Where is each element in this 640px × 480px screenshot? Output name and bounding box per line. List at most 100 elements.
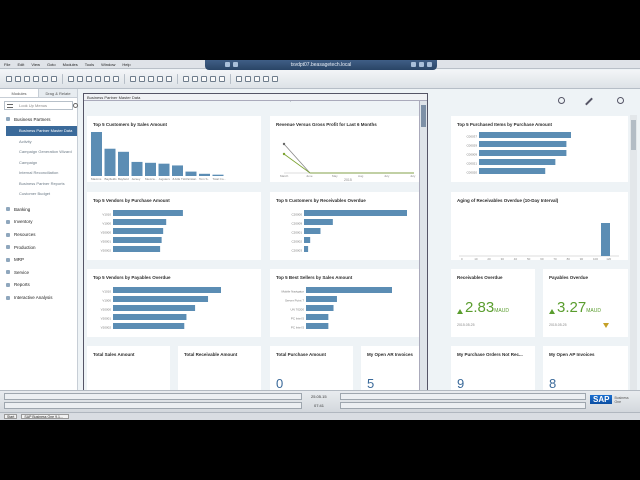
sidebar-item-label: Interactive Analysis: [14, 295, 53, 301]
sidebar-item-reports[interactable]: Reports: [0, 279, 77, 292]
menu-goto[interactable]: Goto: [47, 62, 56, 67]
find-icon[interactable]: [68, 76, 74, 82]
refresh-icon[interactable]: [558, 97, 565, 104]
menu-help[interactable]: Help: [122, 62, 130, 67]
status-message-field: [340, 402, 586, 409]
close-icon[interactable]: [427, 62, 432, 67]
sidebar-subitem-internal-reconciliation[interactable]: Internal Reconciliation: [0, 168, 77, 179]
menu-modules[interactable]: Modules: [63, 62, 78, 67]
taskbar-app-button[interactable]: SAP Business One 9.1...: [21, 414, 70, 419]
card-open-purchase-orders[interactable]: My Purchase Orders Not Rec... 9: [451, 346, 535, 391]
menu-tools[interactable]: Tools: [85, 62, 94, 67]
search-icon[interactable]: [73, 103, 78, 108]
payment-means-icon[interactable]: [192, 76, 198, 82]
fax-icon[interactable]: [42, 76, 48, 82]
messages-icon[interactable]: [245, 76, 251, 82]
tick-label: 60: [540, 257, 544, 260]
tick-label: 20: [487, 257, 491, 260]
sidebar-item-business-partners[interactable]: Business Partners: [0, 113, 77, 126]
scrollbar-thumb[interactable]: [421, 105, 426, 127]
sap-brand: SAP: [590, 395, 613, 404]
add-icon[interactable]: [77, 76, 83, 82]
user-icon[interactable]: [263, 76, 269, 82]
sidebar-subitem-bp-reports[interactable]: Business Partner Reports: [0, 178, 77, 189]
start-button[interactable]: Start: [4, 414, 18, 419]
sidebar-subitem-activity[interactable]: Activity: [0, 136, 77, 147]
bp-master-data-window[interactable]: Business Partner Master Data: [83, 93, 428, 408]
sidebar-subitem-bp-master-data[interactable]: Business Partner Master Data: [6, 125, 77, 137]
folder-icon: [6, 295, 10, 300]
sidebar-item-resources[interactable]: Resources: [0, 228, 77, 241]
layout-designer-icon[interactable]: [219, 76, 225, 82]
kpi-value: 8: [549, 376, 557, 391]
sap-logo: SAP Business One: [590, 395, 629, 404]
restore-icon[interactable]: [419, 62, 424, 67]
form-settings-icon[interactable]: [210, 76, 216, 82]
edit-icon[interactable]: [585, 97, 593, 106]
sidebar-item-label: Business Partners: [14, 116, 51, 122]
first-record-icon[interactable]: [86, 76, 92, 82]
card-payables-overdue[interactable]: Payables Overdue 3.27MAUD 2015.05.25: [543, 269, 628, 337]
gross-profit-icon[interactable]: [183, 76, 189, 82]
lock-screen-icon[interactable]: [272, 76, 278, 82]
minimize-icon[interactable]: [411, 62, 416, 67]
card-receivables-overdue[interactable]: Receivables Overdue 2.83MAUD 2015.05.25: [451, 269, 535, 337]
folder-icon: [6, 117, 10, 122]
volume-weight-icon[interactable]: [201, 76, 207, 82]
card-title: Aging of Receivables Overdue (10-Day Int…: [457, 198, 559, 203]
menu-file[interactable]: File: [4, 62, 10, 67]
tick-label: 10: [474, 257, 478, 260]
menu-search-input[interactable]: Look Up Menus: [4, 101, 78, 110]
tab-modules[interactable]: Modules: [0, 89, 39, 97]
toolbar: [0, 70, 640, 89]
scrollbar-thumb[interactable]: [631, 120, 636, 150]
sidebar-item-inventory[interactable]: Inventory: [0, 216, 77, 229]
pin-icon[interactable]: [225, 62, 230, 67]
print-icon[interactable]: [6, 76, 12, 82]
folder-icon: [6, 282, 10, 287]
card-aging-receivables[interactable]: Aging of Receivables Overdue (10-Day Int…: [451, 192, 628, 261]
base-document-icon[interactable]: [148, 76, 154, 82]
tick-label: 100: [593, 257, 598, 260]
card-top-purchased-items[interactable]: Top 5 Purchased Items by Purchase Amount…: [451, 116, 628, 182]
sidebar-subitem-campaign[interactable]: Campaign: [0, 157, 77, 168]
menu-icon[interactable]: [7, 104, 13, 108]
sidebar-subitem-customer-budget[interactable]: Customer Budget: [0, 189, 77, 200]
card-open-ap-invoices[interactable]: My Open AP Invoices 8: [543, 346, 628, 391]
sms-icon[interactable]: [33, 76, 39, 82]
sidebar-item-service[interactable]: Service: [0, 266, 77, 279]
card-title: My Open AP Invoices: [549, 352, 595, 357]
status-message-field: [4, 393, 302, 400]
tick-label: 40: [514, 257, 518, 260]
export-icon[interactable]: [51, 76, 57, 82]
menu-edit[interactable]: Edit: [17, 62, 24, 67]
folder-icon: [6, 257, 10, 262]
filter-icon[interactable]: [130, 76, 136, 82]
sidebar-item-interactive-analysis[interactable]: Interactive Analysis: [0, 291, 77, 304]
sidebar-item-mrp[interactable]: MRP: [0, 253, 77, 266]
inner-window-scrollbar[interactable]: [419, 101, 427, 407]
email-icon[interactable]: [24, 76, 30, 82]
menu-window[interactable]: Window: [101, 62, 115, 67]
tab-drag-relate[interactable]: Drag & Relate: [39, 89, 77, 97]
sidebar-item-banking[interactable]: Banking: [0, 203, 77, 216]
journal-icon[interactable]: [166, 76, 172, 82]
previous-record-icon[interactable]: [95, 76, 101, 82]
sidebar-subitem-campaign-wizard[interactable]: Campaign Generation Wizard: [0, 147, 77, 158]
sidebar-item-label: Production: [14, 244, 36, 250]
target-document-icon[interactable]: [157, 76, 163, 82]
sidebar-item-label: Banking: [14, 206, 31, 212]
search-icon[interactable]: [617, 97, 624, 104]
sort-icon[interactable]: [139, 76, 145, 82]
card-title: Payables Overdue: [549, 275, 589, 280]
dashboard-scrollbar[interactable]: [630, 115, 637, 405]
preview-icon[interactable]: [15, 76, 21, 82]
bar: [479, 168, 546, 174]
tick-label: 30: [501, 257, 505, 260]
next-record-icon[interactable]: [104, 76, 110, 82]
calendar-icon[interactable]: [236, 76, 242, 82]
help-icon[interactable]: [254, 76, 260, 82]
menu-view[interactable]: View: [31, 62, 40, 67]
last-record-icon[interactable]: [113, 76, 119, 82]
sidebar-item-production[interactable]: Production: [0, 241, 77, 254]
